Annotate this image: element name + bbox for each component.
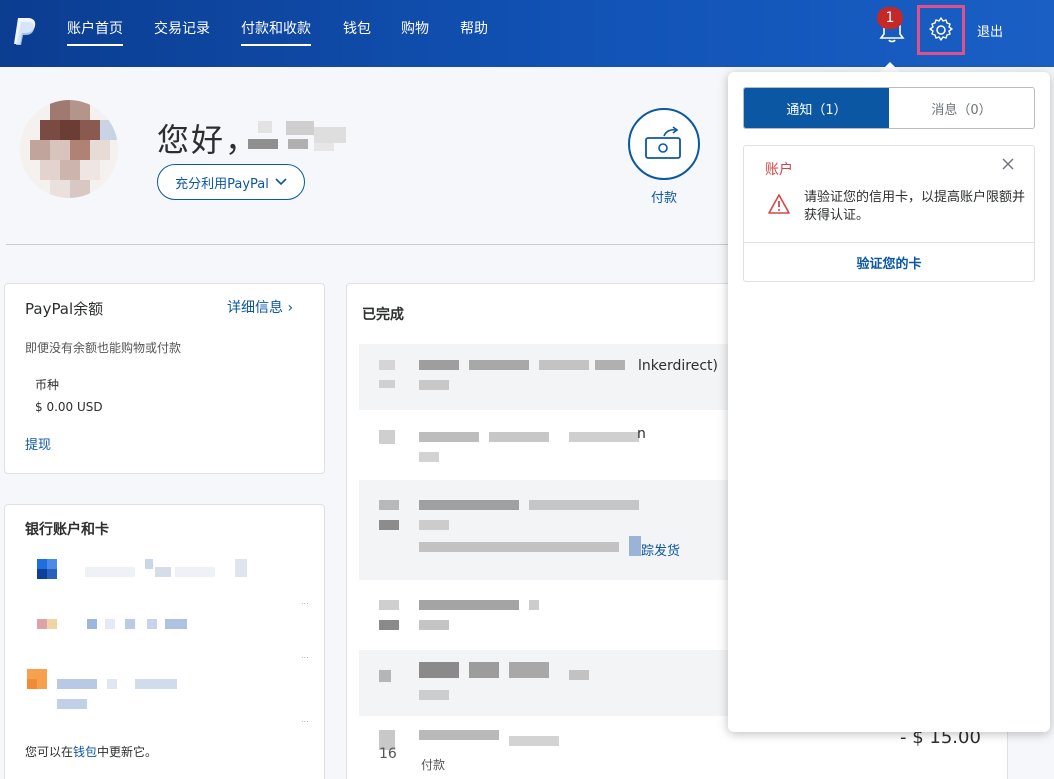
notifications-flyout: 通知（1） 消息（0） 账户 请验证您的信用卡，以提高账户限额并获得认证。 验证…	[728, 72, 1050, 732]
nav-account-home[interactable]: 账户首页	[67, 20, 123, 46]
nav-help[interactable]: 帮助	[460, 20, 488, 38]
bank-item-more: ...	[301, 597, 309, 606]
notification-heading: 账户	[765, 162, 793, 178]
card-item[interactable]	[25, 617, 305, 637]
leverage-paypal-label: 充分利用PayPal	[175, 176, 269, 192]
bank-accounts-card: 银行账户和卡 ... ... ... 您可以在钱包中更新它。	[4, 504, 325, 779]
balance-details-link[interactable]: 详细信息 ›	[227, 297, 293, 317]
card-item[interactable]	[25, 667, 305, 711]
nav-wallet[interactable]: 钱包	[343, 20, 371, 38]
nav-send-receive[interactable]: 付款和收款	[241, 20, 311, 46]
send-money-button[interactable]	[628, 108, 700, 180]
withdraw-link[interactable]: 提现	[25, 434, 51, 453]
avatar[interactable]	[20, 100, 118, 198]
track-shipment-link[interactable]: 踪发货	[641, 540, 680, 559]
activity-row-type: 付款	[421, 758, 446, 772]
tab-messages[interactable]: 消息（0）	[889, 88, 1034, 128]
notification-body: 请验证您的信用卡，以提高账户限额并获得认证。	[804, 190, 1026, 223]
settings-button[interactable]	[917, 5, 965, 55]
tab-notices[interactable]: 通知（1）	[744, 88, 889, 128]
nav-transactions[interactable]: 交易记录	[154, 20, 210, 38]
warning-icon	[768, 194, 790, 214]
activity-row[interactable]	[359, 584, 729, 650]
leverage-paypal-button[interactable]: 充分利用PayPal	[157, 164, 305, 200]
wallet-note-suffix: 中更新它。	[97, 745, 158, 759]
notification-count-badge: 1	[877, 7, 903, 29]
bank-account-item[interactable]	[25, 559, 305, 589]
notification-item: 账户 请验证您的信用卡，以提高账户限额并获得认证。 验证您的卡	[743, 145, 1035, 282]
card-item-more: ...	[301, 715, 309, 724]
send-money-label[interactable]: 付款	[651, 187, 677, 206]
gear-icon	[929, 17, 953, 41]
send-money-icon	[645, 126, 681, 159]
wallet-note-prefix: 您可以在	[25, 745, 74, 759]
activity-row-date: 16	[379, 746, 397, 762]
logout-link[interactable]: 退出	[977, 21, 1003, 40]
bank-card-title: 银行账户和卡	[25, 522, 109, 538]
activity-row[interactable]: lnkerdirect)	[359, 344, 729, 410]
card-item-more: ...	[301, 651, 309, 660]
wallet-update-note: 您可以在钱包中更新它。	[25, 743, 157, 760]
balance-card-title: PayPal余额	[25, 300, 104, 318]
activity-row-text: lnkerdirect)	[638, 358, 718, 374]
top-navigation-bar: 账户首页 交易记录 付款和收款 钱包 购物 帮助 1 退出	[0, 0, 1054, 67]
close-icon[interactable]	[1002, 158, 1014, 170]
notification-tabs: 通知（1） 消息（0）	[743, 87, 1035, 129]
greeting-text: 您好，	[157, 121, 260, 159]
nav-shopping[interactable]: 购物	[401, 20, 429, 38]
flyout-pointer	[880, 62, 900, 72]
balance-subtitle: 即便没有余额也能购物或付款	[25, 341, 182, 355]
activity-title: 已完成	[362, 307, 404, 323]
verify-card-link[interactable]: 验证您的卡	[744, 243, 1034, 281]
account-summary-hero: 您好， 充分利用PayPal 付款	[0, 67, 730, 247]
activity-row[interactable]: 16 付款	[359, 716, 729, 779]
activity-row[interactable]	[359, 650, 729, 716]
hero-divider	[6, 244, 728, 245]
wallet-link[interactable]: 钱包	[73, 745, 97, 759]
redacted-name	[248, 121, 346, 151]
currency-heading: 币种	[35, 378, 60, 392]
activity-row[interactable]: 踪发货	[359, 480, 729, 580]
chevron-down-icon	[275, 178, 287, 186]
currency-value: $ 0.00 USD	[35, 400, 103, 414]
paypal-logo-icon[interactable]	[12, 16, 38, 46]
activity-row-text: n	[637, 426, 646, 442]
activity-row[interactable]: n	[359, 414, 729, 480]
paypal-balance-card: PayPal余额 详细信息 › 即便没有余额也能购物或付款 币种 $ 0.00 …	[4, 283, 325, 474]
